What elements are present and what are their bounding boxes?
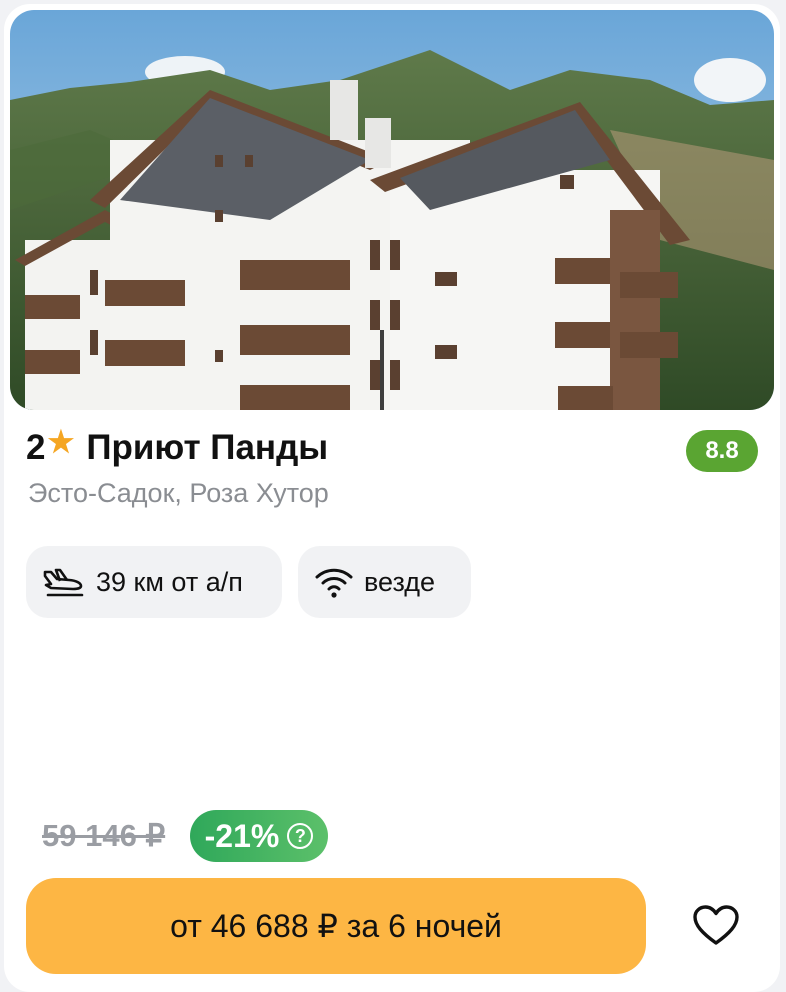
hotel-location: Эсто-Садок, Роза Хутор bbox=[28, 478, 329, 508]
old-price: 59 146 ₽ bbox=[42, 818, 166, 853]
hotel-title[interactable]: 2 ★ Приют Панды bbox=[26, 425, 329, 468]
star-icon: ★ bbox=[47, 425, 75, 459]
hotel-stars: 2 ★ bbox=[26, 425, 75, 468]
feature-airport-label: 39 км от а/п bbox=[96, 566, 243, 597]
discount-badge[interactable]: -21% ? bbox=[190, 810, 328, 862]
question-icon[interactable]: ? bbox=[287, 823, 314, 849]
hotel-stars-count: 2 bbox=[26, 428, 46, 467]
hotel-name: Приют Панды bbox=[86, 428, 329, 467]
heart-icon bbox=[693, 905, 739, 945]
rating-badge: 8.8 bbox=[686, 430, 758, 472]
plane-landing-icon bbox=[42, 564, 86, 600]
wifi-icon bbox=[314, 565, 354, 599]
hotel-card[interactable]: 2 ★ Приют Панды 8.8 Эсто-Садок, Роза Хут… bbox=[4, 4, 780, 992]
favorite-button[interactable] bbox=[688, 900, 744, 950]
feature-chip-airport: 39 км от а/п bbox=[26, 546, 282, 618]
feature-wifi-label: везде bbox=[364, 566, 436, 597]
discount-value: -21% bbox=[204, 817, 280, 854]
book-price-button[interactable]: от 46 688 ₽ за 6 ночей bbox=[26, 878, 646, 974]
feature-chip-wifi: везде bbox=[298, 546, 471, 618]
hotel-photo[interactable] bbox=[10, 10, 774, 410]
